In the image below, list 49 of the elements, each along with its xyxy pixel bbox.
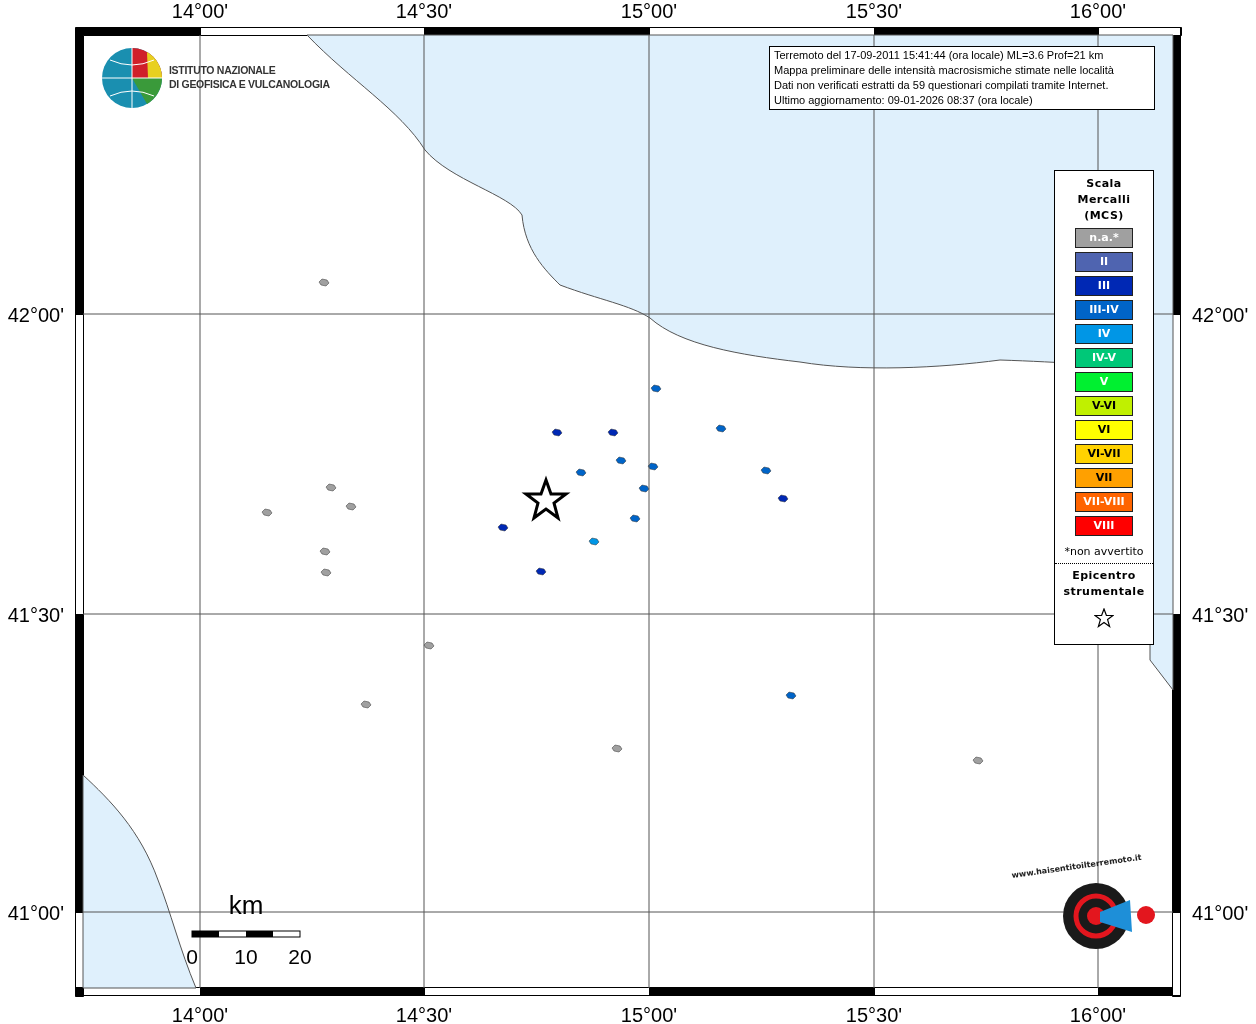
legend-title: Mercalli — [1077, 192, 1131, 208]
epicenter-star-icon — [521, 475, 571, 522]
longitude-label: 15°30' — [845, 0, 903, 22]
longitude-label: 15°00' — [620, 0, 678, 22]
scale-tick-label: 20 — [288, 945, 312, 968]
intensity-swatch: VI — [1075, 420, 1133, 440]
legend-title: Scala — [1086, 176, 1122, 192]
epicenter-label: Epicentro — [1072, 568, 1136, 584]
longitude-label: 16°00' — [1069, 1004, 1127, 1024]
intensity-swatch: V — [1075, 372, 1133, 392]
target-logo-icon — [1063, 883, 1155, 949]
longitude-label: 15°00' — [620, 1004, 678, 1024]
institute-name: ISTITUTO NAZIONALE — [169, 64, 276, 76]
intensity-swatch: III — [1075, 276, 1133, 296]
latitude-label: 42°00' — [7, 304, 64, 326]
info-line: Terremoto del 17-09-2011 15:41:44 (ora locale) ML=3.6 Prof=21 km — [774, 48, 1105, 63]
scale-tick-label: 10 — [234, 945, 258, 968]
latitude-label: 41°30' — [1192, 604, 1249, 626]
longitude-label: 14°30' — [395, 0, 453, 22]
intensity-swatch: III-IV — [1075, 300, 1133, 320]
institute-name: DI GEOFISICA E VULCANOLOGIA — [169, 78, 330, 90]
latitude-label: 41°00' — [7, 902, 64, 924]
intensity-swatch: VII — [1075, 468, 1133, 488]
legend-title: (MCS) — [1084, 208, 1124, 224]
intensity-swatch: IV-V — [1075, 348, 1133, 368]
legend-footnote: *non avvertito — [1055, 545, 1153, 564]
intensity-swatch: II — [1075, 252, 1133, 272]
intensity-swatch: n.a.* — [1075, 228, 1133, 248]
intensity-swatch: VI-VII — [1075, 444, 1133, 464]
star-icon — [1094, 608, 1114, 628]
latitude-label: 42°00' — [1192, 304, 1249, 326]
info-line: Ultimo aggiornamento: 09-01-2026 08:37 (ora locale) — [774, 93, 1034, 108]
longitude-label: 16°00' — [1069, 0, 1127, 22]
intensity-swatch: VII-VIII — [1075, 492, 1133, 512]
globe-logo-icon — [101, 47, 163, 109]
latitude-label: 41°30' — [7, 604, 64, 626]
info-line: Dati non verificati estratti da 59 questionari compilati tramite Internet. — [774, 78, 1110, 93]
longitude-label: 14°30' — [395, 1004, 453, 1024]
longitude-label: 14°00' — [171, 0, 229, 22]
intensity-swatch: VIII — [1075, 516, 1133, 536]
longitude-label: 14°00' — [171, 1004, 229, 1024]
info-line: Mappa preliminare delle intensità macrosismiche stimate nelle località — [774, 63, 1115, 78]
scale-tick-label: 0 — [186, 945, 198, 968]
epicenter-label: strumentale — [1063, 584, 1145, 600]
intensity-swatch: V-VI — [1075, 396, 1133, 416]
longitude-label: 15°30' — [845, 1004, 903, 1024]
scale-unit: km — [228, 890, 264, 920]
intensity-swatch: IV — [1075, 324, 1133, 344]
latitude-label: 41°00' — [1192, 902, 1249, 924]
